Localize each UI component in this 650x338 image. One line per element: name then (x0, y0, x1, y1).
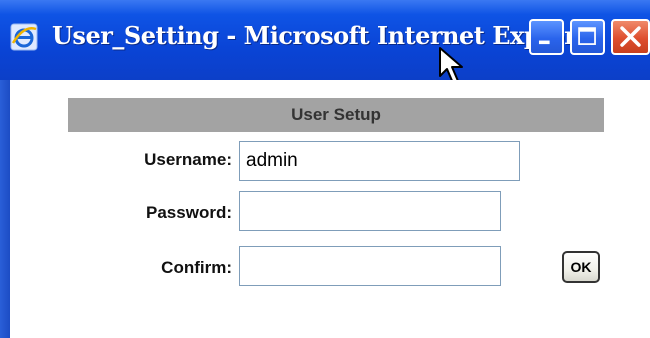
title-bar[interactable]: User_Setting - Microsoft Internet Explor… (0, 0, 650, 84)
ok-button[interactable]: OK (562, 251, 600, 283)
username-label: Username: (144, 150, 232, 169)
password-label: Password: (146, 203, 232, 222)
close-icon (620, 26, 641, 47)
minimize-button[interactable] (529, 19, 564, 55)
username-field[interactable]: admin (239, 141, 520, 181)
password-field[interactable] (239, 191, 501, 231)
ie-icon[interactable] (10, 23, 38, 51)
maximize-icon (578, 27, 596, 45)
confirm-field[interactable] (239, 246, 501, 286)
window-title: User_Setting - Microsoft Internet Explor… (52, 21, 604, 50)
minimize-icon (538, 40, 550, 45)
user-setup-header: User Setup (68, 98, 604, 132)
close-button[interactable] (611, 19, 650, 55)
browser-window: User_Setting - Microsoft Internet Explor… (0, 0, 650, 338)
confirm-label: Confirm: (161, 258, 232, 277)
maximize-button[interactable] (570, 19, 605, 55)
